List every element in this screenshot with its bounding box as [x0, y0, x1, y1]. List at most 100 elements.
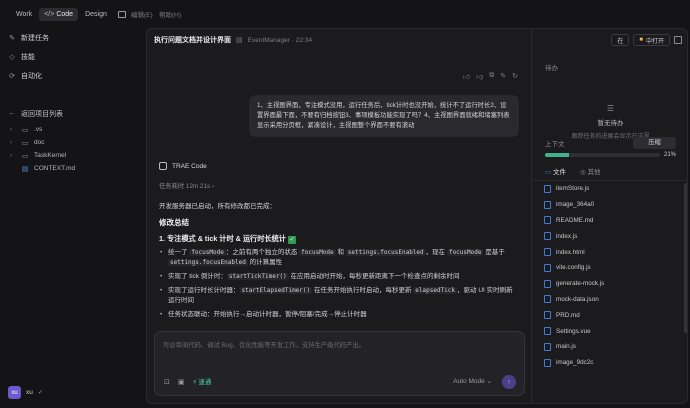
file-icon	[544, 248, 551, 257]
file-item[interactable]: image_364a0	[533, 197, 688, 213]
markdown-file-icon: ▤	[21, 165, 29, 173]
tree-item-context[interactable]: ▤ CONTEXT.md	[0, 162, 145, 175]
file-item[interactable]: image_9dc2c	[533, 355, 688, 371]
section-title-text: 1. 专注模式 & tick 计时 & 运行时长统计	[159, 234, 286, 243]
user-profile[interactable]: xu xu ✓	[8, 386, 43, 399]
file-icon	[544, 358, 551, 367]
file-name: Settings.vue	[556, 327, 591, 335]
folder-icon: ■	[639, 37, 643, 43]
sidebar-item-new-task[interactable]: ✎ 新建任务	[0, 28, 145, 47]
sidebar-toggle-icon[interactable]	[117, 10, 126, 18]
attach-icon[interactable]: ⊡	[164, 378, 170, 386]
file-item[interactable]: README.md	[533, 213, 688, 229]
change-list: 统一了 focusMode：之前有两个独立的状态 focusMode 和 set…	[159, 248, 514, 320]
mode-switcher: Work </> Code Design	[0, 0, 145, 28]
sidebar: ✎ 新建任务 ◇ 技能 ⟳ 自动化 ← 返回项目列表 › ▭ .vs › ▭ doc › ▭ Tas…	[0, 28, 145, 408]
inline-code: startTickTimer()	[226, 273, 289, 280]
file-item[interactable]: generate-mock.js	[533, 276, 688, 292]
changed-files-list: itemStore.js image_364a0 README.md index.js…	[533, 180, 688, 385]
todo-title: 待办	[545, 65, 558, 72]
open-in-button[interactable]: ■ 中打开	[633, 34, 670, 46]
thumbs-down-icon[interactable]: 👎︎	[476, 72, 483, 81]
compress-button[interactable]: 压缩	[633, 137, 676, 149]
file-item[interactable]: vite.config.js	[533, 260, 688, 276]
tree-item-label: TaskKernel	[34, 152, 67, 159]
tree-item-doc[interactable]: › ▭ doc	[0, 136, 145, 149]
file-icon	[544, 327, 551, 336]
edit-icon[interactable]: ✎	[500, 72, 506, 81]
right-tabs: ▭ 文件 ◎ 其他	[545, 166, 600, 176]
todo-empty-state: ☰ 暂无待办 跟踪任务的进展会显示在这里	[533, 104, 688, 140]
fast-mode-toggle[interactable]: ⚡ 速通	[193, 377, 212, 386]
file-item[interactable]: mock-data.json	[533, 292, 688, 308]
menu-help[interactable]: 帮助(H)	[159, 9, 181, 19]
text: 任务状态联动：开始执行→启动计时器，暂停/阻塞/完成→停止计时器	[168, 311, 367, 318]
segment-work[interactable]: Work	[11, 8, 37, 21]
agent-header: TRAE Code	[159, 162, 207, 170]
menu-edit[interactable]: 编辑(E)	[131, 9, 153, 19]
file-item[interactable]: index.html	[533, 244, 688, 260]
image-icon[interactable]: ▣	[178, 378, 185, 386]
agent-response: 开发服务器已启动，所有修改都已完成： 修改总结 1. 专注模式 & tick 计…	[159, 202, 514, 324]
tab-files[interactable]: ▭ 文件	[545, 166, 566, 176]
location-label: 在	[617, 38, 624, 45]
file-icon	[544, 232, 551, 241]
thumbs-up-icon[interactable]: 👍︎	[463, 72, 470, 81]
mode-selector[interactable]: Auto Mode ⌄	[453, 377, 492, 385]
section-title: 1. 专注模式 & tick 计时 & 运行时长统计 ✓	[159, 234, 514, 244]
open-location-button[interactable]: 在	[611, 34, 630, 46]
file-item[interactable]: itemStore.js	[533, 181, 688, 197]
tab-other-label: 其他	[587, 169, 601, 176]
segment-code[interactable]: </> Code	[39, 7, 79, 21]
file-item[interactable]: Settings.vue	[533, 323, 688, 339]
file-name: image_364a0	[556, 201, 595, 209]
chat-input[interactable]: 可@审阅代码、调试 Bug、优化性能等开发工作，支持生产级代码产出。 ⊡ ▣ ⚡…	[154, 331, 525, 396]
main-panel: 执行问题文档并设计界面 ▤ EventManager · 22:34 👍︎ 👎︎…	[146, 28, 688, 404]
avatar: xu	[8, 386, 21, 399]
retry-icon[interactable]: ↻	[512, 72, 518, 81]
send-button[interactable]: ↑	[502, 375, 516, 389]
sidebar-item-skills[interactable]: ◇ 技能	[0, 47, 145, 66]
file-item[interactable]: main.js	[533, 339, 688, 355]
text: 和	[335, 249, 346, 256]
empty-title: 暂无待办	[597, 120, 624, 127]
file-item[interactable]: PRD.md	[533, 307, 688, 323]
file-icon	[544, 311, 551, 320]
inline-code: focusMode	[189, 249, 226, 256]
text: ，现在	[425, 249, 447, 256]
inline-code: settings.focusEnabled	[168, 259, 248, 266]
tree-item-vs[interactable]: › ▭ .vs	[0, 123, 145, 136]
mode-label: Auto Mode	[453, 378, 485, 385]
copy-icon[interactable]: ⧉	[489, 72, 494, 81]
sidebar-item-automation[interactable]: ⟳ 自动化	[0, 66, 145, 85]
chevron-right-icon: ›	[10, 126, 12, 133]
file-icon	[544, 279, 551, 288]
file-item[interactable]: index.js	[533, 228, 688, 244]
file-icon	[544, 200, 551, 209]
tree-item-label: .vs	[34, 126, 43, 133]
file-icon	[544, 342, 551, 351]
list-item: 统一了 focusMode：之前有两个独立的状态 focusMode 和 set…	[159, 248, 514, 268]
panel-toggle-icon[interactable]	[674, 36, 682, 44]
inline-code: focusMode	[299, 249, 336, 256]
fast-label: 速通	[198, 379, 212, 386]
folder-icon: ▭	[21, 152, 29, 160]
text: 的计算属性	[247, 259, 283, 266]
file-name: index.js	[556, 232, 578, 240]
code-icon: </>	[44, 10, 55, 18]
file-name: README.md	[556, 216, 594, 224]
scrollbar[interactable]	[684, 183, 687, 333]
chevron-right-icon: ›	[211, 183, 214, 190]
tree-item-taskkernel[interactable]: › ▭ TaskKernel	[0, 149, 145, 162]
chat-pane: 执行问题文档并设计界面 ▤ EventManager · 22:34 👍︎ 👎︎…	[147, 29, 532, 403]
segment-design[interactable]: Design	[80, 8, 112, 21]
tree-item-label: doc	[34, 139, 45, 146]
text: 统一了	[168, 249, 190, 256]
response-intro: 开发服务器已启动，所有修改都已完成：	[159, 203, 276, 210]
sidebar-item-label: 新建任务	[21, 34, 49, 42]
user-message: 1、主视图界面，专注模式没用，运行任务后，tick计时也没开始，统计不了运行时长…	[249, 95, 519, 137]
empty-list-icon: ☰	[606, 104, 615, 113]
tab-other[interactable]: ◎ 其他	[580, 166, 600, 176]
back-to-projects[interactable]: ← 返回项目列表	[0, 104, 145, 123]
elapsed-time[interactable]: 任务耗时 12m 21s ›	[159, 181, 214, 190]
